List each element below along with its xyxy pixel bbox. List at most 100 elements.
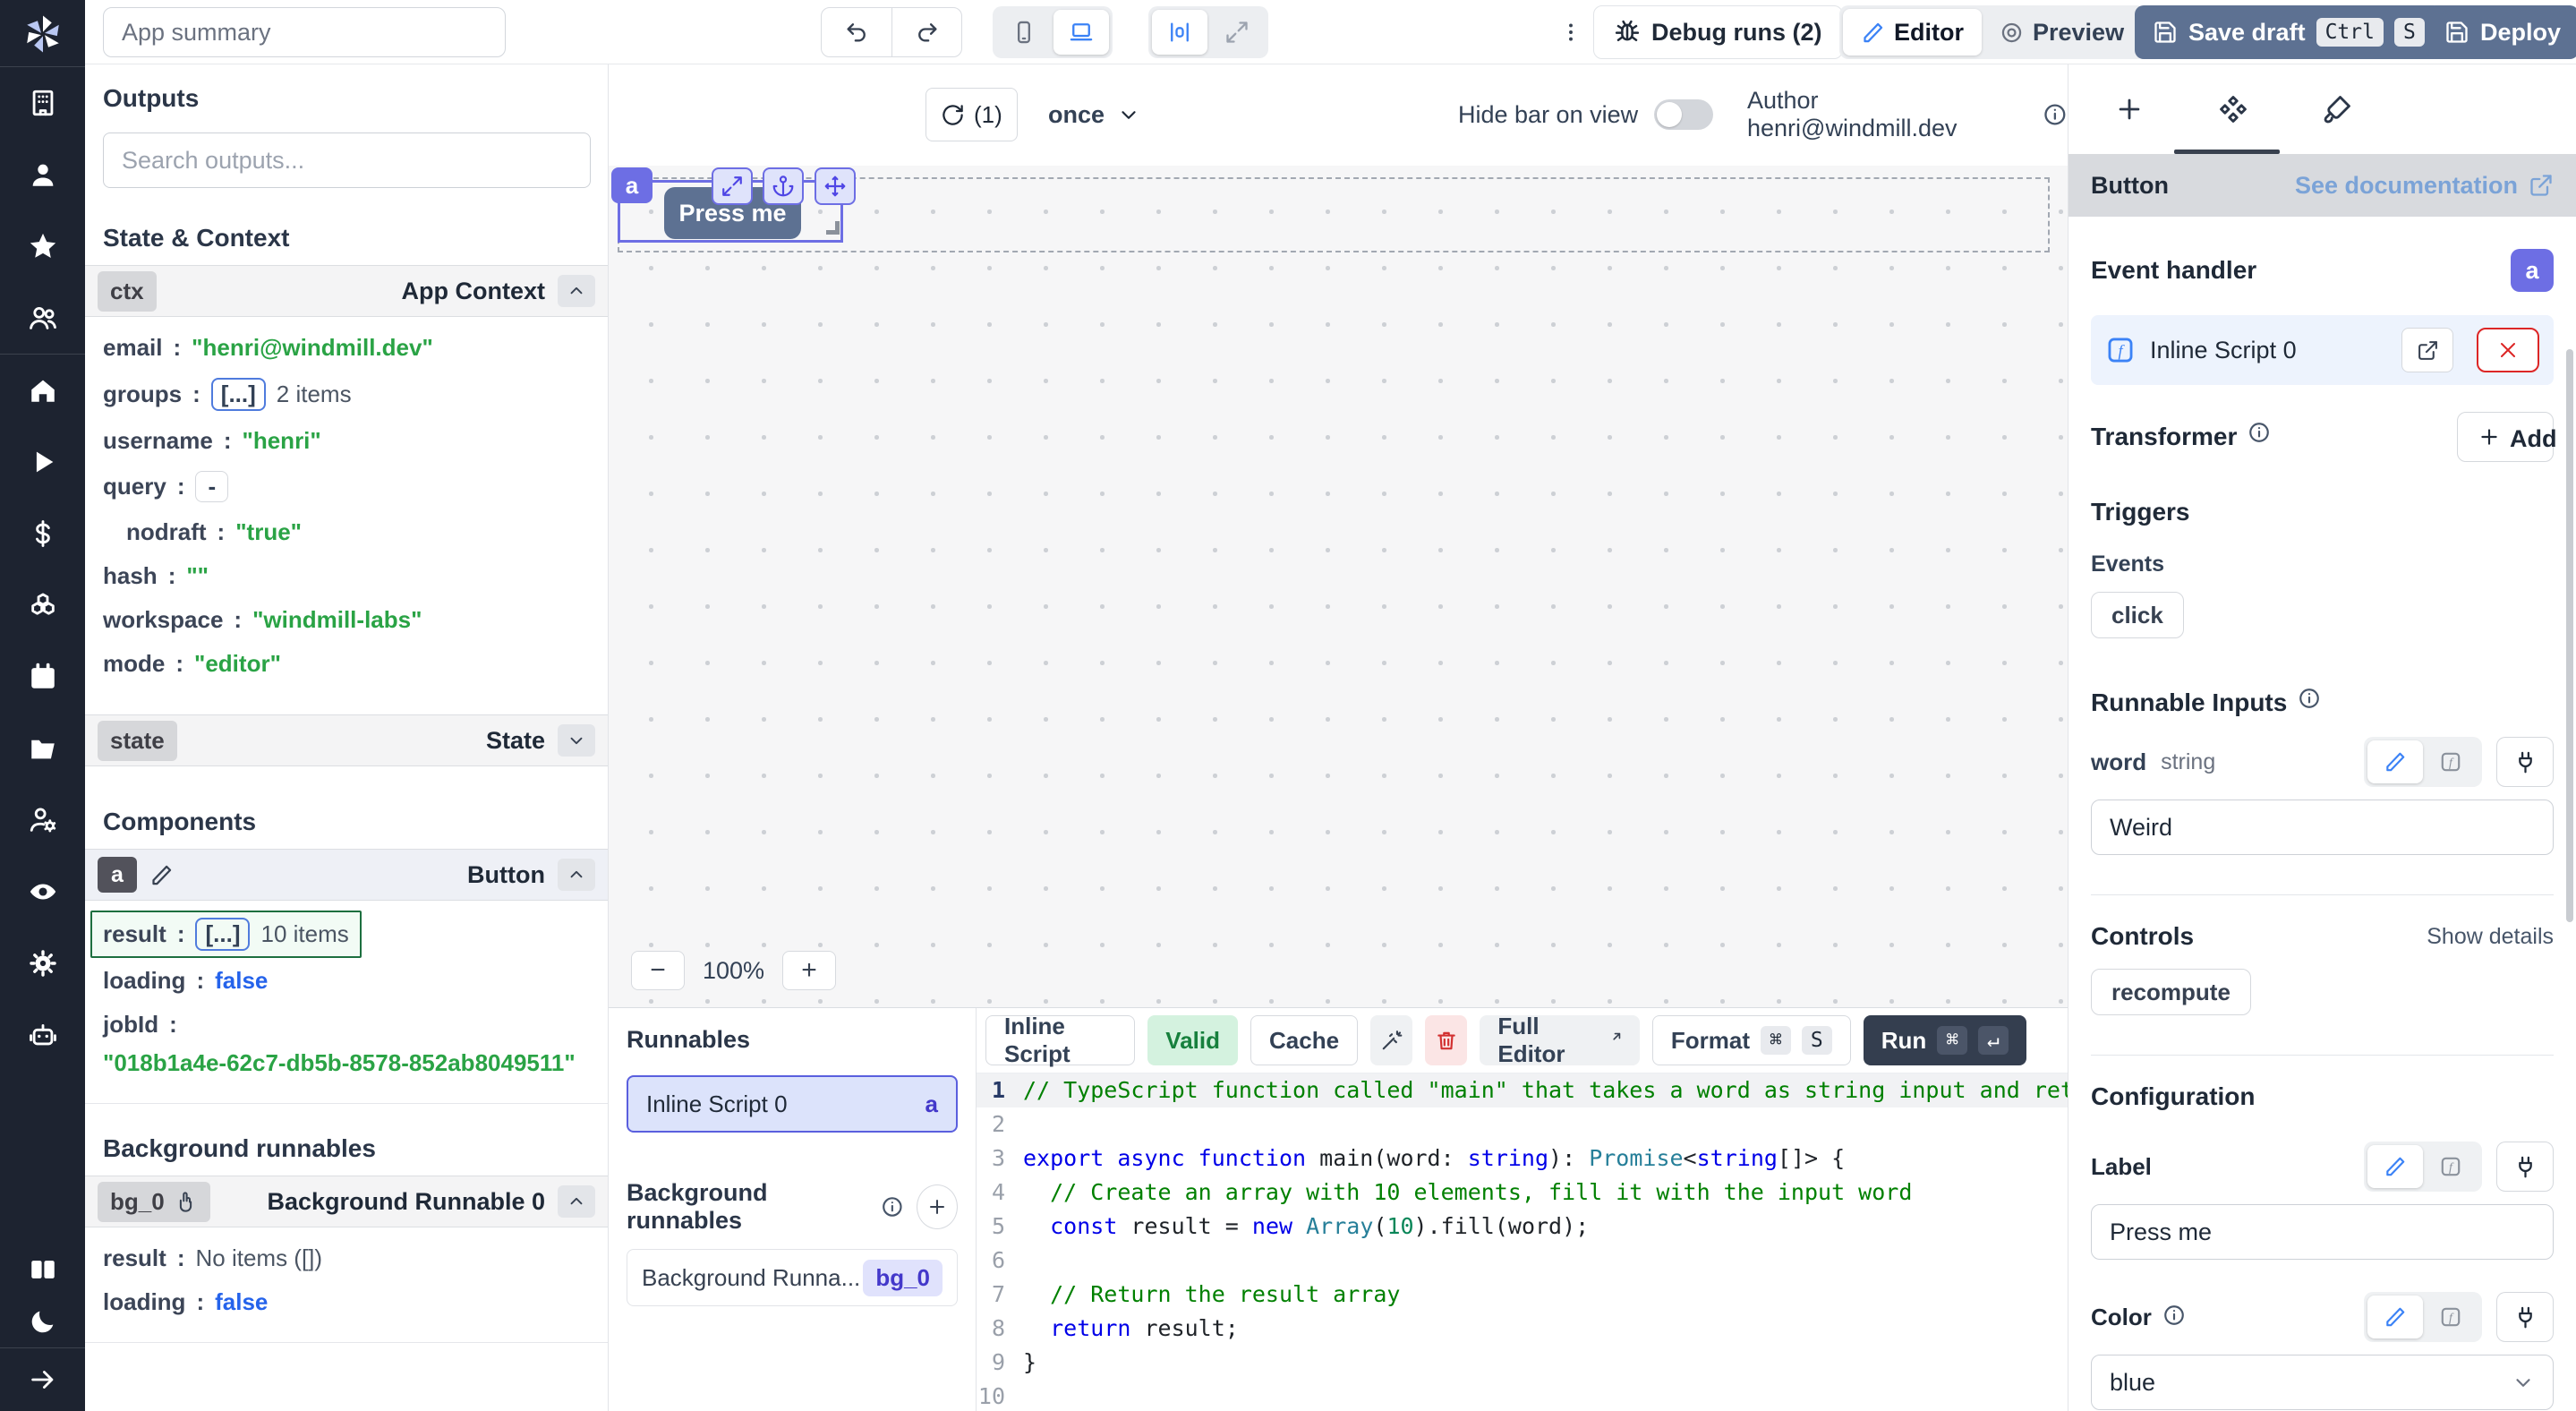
word-value-input[interactable] (2091, 800, 2554, 855)
static-mode-button[interactable] (2367, 1296, 2423, 1338)
desktop-view-button[interactable] (1053, 10, 1109, 55)
open-script-button[interactable] (2401, 328, 2453, 372)
ai-assist-button[interactable] (1370, 1015, 1412, 1065)
delete-script-button[interactable] (1425, 1015, 1467, 1065)
zoom-in-button[interactable]: + (782, 951, 836, 990)
background-runnables-header: Background runnables (627, 1179, 958, 1235)
eval-mode-button[interactable]: f (2423, 740, 2478, 783)
connect-color-button[interactable] (2496, 1292, 2554, 1342)
debug-runs-label: Debug runs (2) (1651, 19, 1822, 47)
edit-component-id-icon[interactable] (149, 863, 174, 887)
panel-scrollbar[interactable] (2566, 349, 2573, 922)
runnable-item-selected[interactable]: Inline Script 0 a (627, 1075, 958, 1133)
folder-icon (28, 733, 58, 764)
expand-handle[interactable] (712, 167, 753, 205)
eval-mode-button[interactable]: f (2423, 1145, 2478, 1188)
deploy-button[interactable]: Deploy (2427, 5, 2576, 59)
add-transformer-button[interactable]: Add (2457, 412, 2554, 462)
sidebar-collapse-button[interactable] (0, 1348, 85, 1411)
full-editor-button[interactable]: Full Editor (1480, 1015, 1640, 1065)
event-handler-component-badge: a (2511, 249, 2554, 292)
color-select[interactable]: blue (2091, 1355, 2554, 1410)
sidebar-calendar-button[interactable] (0, 641, 85, 713)
show-details-link[interactable]: Show details (2427, 924, 2554, 950)
expand-value-chip[interactable]: [...] (211, 378, 266, 411)
undo-button[interactable] (822, 8, 891, 56)
hide-bar-row: Hide bar on view (1458, 88, 1713, 141)
connect-label-button[interactable] (2496, 1142, 2554, 1192)
app-summary-input[interactable] (103, 7, 506, 57)
sidebar-building-button[interactable] (0, 67, 85, 139)
sidebar-bot-button[interactable] (0, 999, 85, 1071)
refresh-button[interactable]: (1) (925, 88, 1018, 141)
state-section-header[interactable]: state State (85, 714, 608, 766)
code-editor[interactable]: 1// TypeScript function called "main" th… (977, 1073, 2068, 1411)
zoom-out-button[interactable]: − (631, 951, 685, 990)
static-mode-button[interactable] (2367, 1145, 2423, 1188)
output-row-jobId: jobId:"018b1a4e-62c7-db5b-8578-852ab8049… (85, 1003, 608, 1085)
ctx-collapse-button[interactable] (558, 275, 595, 307)
more-menu-button[interactable] (1551, 9, 1591, 56)
dollar-icon (28, 518, 58, 549)
sidebar-users-button[interactable] (0, 282, 85, 354)
eval-mode-button[interactable]: f (2423, 1296, 2478, 1338)
schedule-dropdown[interactable]: once (1048, 88, 1140, 141)
sidebar-book-button[interactable] (0, 1244, 85, 1296)
anchor-handle[interactable] (763, 167, 804, 205)
sidebar-settings-button[interactable] (0, 928, 85, 999)
component-settings-tab[interactable] (2213, 89, 2254, 130)
attached-script-row[interactable]: f Inline Script 0 (2091, 315, 2554, 385)
background-runnable-item[interactable]: Background Runna... bg_0 (627, 1249, 958, 1306)
add-background-runnable-button[interactable] (917, 1184, 958, 1229)
cache-button[interactable]: Cache (1250, 1015, 1358, 1065)
redo-button[interactable] (891, 8, 961, 56)
resize-handle[interactable] (826, 221, 840, 235)
windmill-logo-icon[interactable] (18, 9, 68, 59)
bg0-collapse-button[interactable] (558, 1185, 595, 1218)
format-button[interactable]: Format ⌘ S (1652, 1015, 1851, 1065)
chevron-down-icon (567, 731, 586, 750)
sidebar-dollar-button[interactable] (0, 498, 85, 569)
sidebar-user-cog-button[interactable] (0, 784, 85, 856)
button-component-header[interactable]: a Button (85, 849, 608, 901)
sidebar-user-button[interactable] (0, 139, 85, 210)
sidebar-moon-button[interactable] (0, 1296, 85, 1347)
center-layout-button[interactable] (1152, 10, 1207, 55)
output-row-loading: loading:false (85, 959, 608, 1003)
button-collapse-button[interactable] (558, 859, 595, 891)
sidebar-star-button[interactable] (0, 210, 85, 282)
detach-script-button[interactable] (2477, 328, 2539, 372)
sidebar-folder-button[interactable] (0, 713, 85, 784)
mobile-view-button[interactable] (996, 10, 1052, 55)
bg0-section-header[interactable]: bg_0 Background Runnable 0 (85, 1176, 608, 1227)
styling-tab[interactable] (2316, 89, 2358, 130)
run-button[interactable]: Run ⌘ ↵ (1864, 1015, 2026, 1065)
see-documentation-link[interactable]: See documentation (2295, 172, 2554, 200)
hide-bar-toggle[interactable] (1654, 99, 1713, 130)
move-handle[interactable] (815, 167, 856, 205)
sidebar-play-button[interactable] (0, 426, 85, 498)
debug-runs-button[interactable]: Debug runs (2) (1593, 5, 1843, 59)
expand-value-chip[interactable]: [...] (195, 918, 250, 951)
output-row-result: result:[...]10 items (85, 910, 608, 959)
editor-tab[interactable]: Editor (1843, 9, 1982, 56)
preview-tab[interactable]: Preview (1982, 9, 2142, 56)
ctx-section-header[interactable]: ctx App Context (85, 265, 608, 317)
search-outputs-input[interactable] (103, 133, 591, 188)
pencil-icon (2384, 750, 2407, 774)
sidebar-eye-button[interactable] (0, 856, 85, 928)
insert-component-tab[interactable] (2109, 89, 2150, 130)
inline-script-tab[interactable]: Inline Script (985, 1015, 1135, 1065)
expand-value-chip[interactable]: - (195, 471, 228, 502)
app-canvas[interactable]: a Press me − 100% + (609, 166, 2068, 1007)
run-kbd-cmd: ⌘ (1937, 1026, 1967, 1055)
save-draft-button[interactable]: Save draft Ctrl S (2135, 5, 2443, 59)
connect-input-button[interactable] (2496, 737, 2554, 787)
full-width-layout-button[interactable] (1209, 10, 1265, 55)
state-expand-button[interactable] (558, 724, 595, 757)
label-value-input[interactable] (2091, 1204, 2554, 1260)
sidebar-home-button[interactable] (0, 355, 85, 426)
sidebar-boxes-button[interactable] (0, 569, 85, 641)
pencil-icon (1861, 21, 1885, 45)
static-mode-button[interactable] (2367, 740, 2423, 783)
